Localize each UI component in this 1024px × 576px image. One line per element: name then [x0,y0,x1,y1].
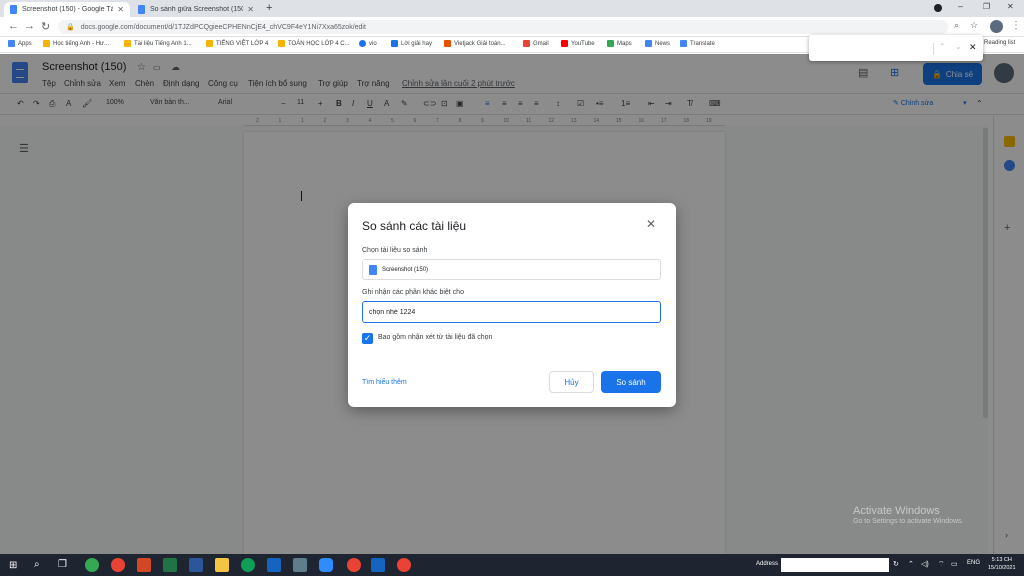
close-icon[interactable]: ✕ [646,217,656,231]
reload-icon[interactable]: ↻ [41,20,50,33]
bookmark-icon [278,40,285,47]
system-clock[interactable]: 5:13 CH 15/10/2021 [988,556,1016,572]
docs-icon [138,5,145,14]
learn-more-link[interactable]: Tìm hiểu thêm [362,379,407,386]
apps-icon [8,40,15,47]
url-field[interactable]: 🔒 docs.google.com/document/d/1TJZdPCQgie… [58,20,948,34]
attribute-differences-label: Ghi nhận các phần khác biệt cho [362,289,464,296]
bookmark-item[interactable]: YouTube [561,40,595,47]
cancel-button[interactable]: Hủy [549,371,594,393]
app-icon[interactable] [267,558,281,572]
find-input[interactable] [815,41,925,55]
profile-avatar[interactable] [990,20,1003,33]
bookmark-item[interactable]: TIẾNG VIỆT LỚP 4 [206,40,268,47]
reading-list[interactable]: Reading list [984,40,1015,46]
close-tab-icon[interactable]: ✕ [117,5,124,14]
excel-icon[interactable] [163,558,177,572]
language-indicator[interactable]: ENG [967,560,980,566]
volume-icon[interactable]: ◁) [921,560,929,568]
find-next-icon[interactable]: ⌄ [955,42,962,51]
attribute-input[interactable] [362,301,661,323]
bookmark-icon [359,40,366,47]
go-icon[interactable]: ↻ [893,560,899,568]
file-explorer-icon[interactable] [215,558,229,572]
battery-icon[interactable]: ▭ [951,560,958,568]
document-picker[interactable]: Screenshot (150) [362,259,661,280]
translate-icon [680,40,687,47]
browser-tab-docs[interactable]: Screenshot (150) - Google Tài liệu ✕ [4,2,130,17]
close-window-icon[interactable]: ✕ [1007,2,1014,11]
bookmark-star-icon[interactable]: ☆ [970,20,978,31]
find-prev-icon[interactable]: ⌃ [939,42,946,51]
bookmark-icon [43,40,50,47]
network-icon[interactable]: ⌔ [938,560,945,569]
include-comments-label[interactable]: Bao gồm nhận xét từ tài liệu đã chọn [378,334,492,341]
windows-start-icon[interactable]: ⊞ [9,560,17,571]
bookmark-icon [124,40,131,47]
tray-chevron-icon[interactable]: ⌃ [908,560,914,568]
browser-tab-strip: Screenshot (150) - Google Tài liệu ✕ So … [0,0,1024,17]
bookmark-item[interactable]: Vietjack Giải toán... [444,40,506,47]
choose-document-label: Chọn tài liệu so sánh [362,247,428,254]
bookmark-item[interactable]: Lời giải hay [391,40,432,47]
chrome-icon[interactable] [111,558,125,572]
bookmark-item[interactable]: Gmail [523,40,549,47]
news-icon [645,40,652,47]
extension-icon[interactable] [934,4,942,12]
lock-icon: 🔒 [66,24,75,31]
zoom-app-icon[interactable] [319,558,333,572]
bookmark-icon [206,40,213,47]
photos-icon[interactable] [371,558,385,572]
docs-file-icon [369,264,377,275]
address-toolbar-input[interactable] [781,558,889,572]
address-bar-row: ← → ↻ 🔒 docs.google.com/document/d/1TJZd… [0,17,1024,37]
task-view-icon[interactable]: ❐ [58,559,67,570]
powerpoint-icon[interactable] [137,558,151,572]
maps-icon [607,40,614,47]
new-tab-icon[interactable]: + [266,2,272,14]
gmail-icon [523,40,530,47]
bookmark-item[interactable]: Tài liệu Tiếng Anh 1... [124,40,192,47]
app-icon[interactable] [85,558,99,572]
browser-menu-icon[interactable]: ⋮ [1011,20,1021,31]
close-tab-icon[interactable]: ✕ [247,5,254,14]
find-divider [933,43,934,55]
bookmark-item[interactable]: Maps [607,40,632,47]
dialog-title: So sánh các tài liệu [362,219,467,233]
back-icon[interactable]: ← [8,20,19,32]
app-icon[interactable] [293,558,307,572]
windows-taskbar: ⊞ ⌕ ❐ Address ↻ ⌃ ◁) ⌔ ▭ ENG 5:13 CH 15/… [0,554,1024,576]
bookmark-icon [444,40,451,47]
browser-tab-compare[interactable]: So sánh giữa Screenshot (150) và ... ✕ [132,2,260,17]
edge-icon[interactable] [241,558,255,572]
youtube-icon [561,40,568,47]
compare-button[interactable]: So sánh [601,371,661,393]
bookmark-item[interactable]: News [645,40,670,47]
docs-icon [10,5,17,14]
word-icon[interactable] [189,558,203,572]
address-toolbar-label: Address [756,561,779,567]
find-close-icon[interactable]: ✕ [969,42,977,53]
bookmark-item[interactable]: TOÁN HỌC LỚP 4 C... [278,40,350,47]
include-comments-checkbox[interactable]: ✓ [362,333,373,344]
bookmark-item[interactable]: vio [359,40,377,47]
activate-windows-watermark: Activate Windows Go to Settings to activ… [853,505,964,525]
chrome-icon[interactable] [347,558,361,572]
forward-icon[interactable]: → [24,20,35,32]
bookmark-item[interactable]: Học tiếng Anh - Hư... [43,40,109,47]
bookmark-item[interactable]: Apps [8,40,32,47]
minimize-icon[interactable]: – [958,1,963,11]
zoom-icon[interactable]: ⌕ [954,20,959,31]
find-in-page-box: ⌃ ⌄ ✕ [809,35,983,61]
bookmark-icon [391,40,398,47]
compare-documents-dialog: So sánh các tài liệu ✕ Chọn tài liệu so … [348,203,676,407]
chrome-icon[interactable] [397,558,411,572]
bookmark-item[interactable]: Translate [680,40,715,47]
search-icon[interactable]: ⌕ [34,559,40,570]
maximize-icon[interactable]: ❐ [983,2,990,11]
